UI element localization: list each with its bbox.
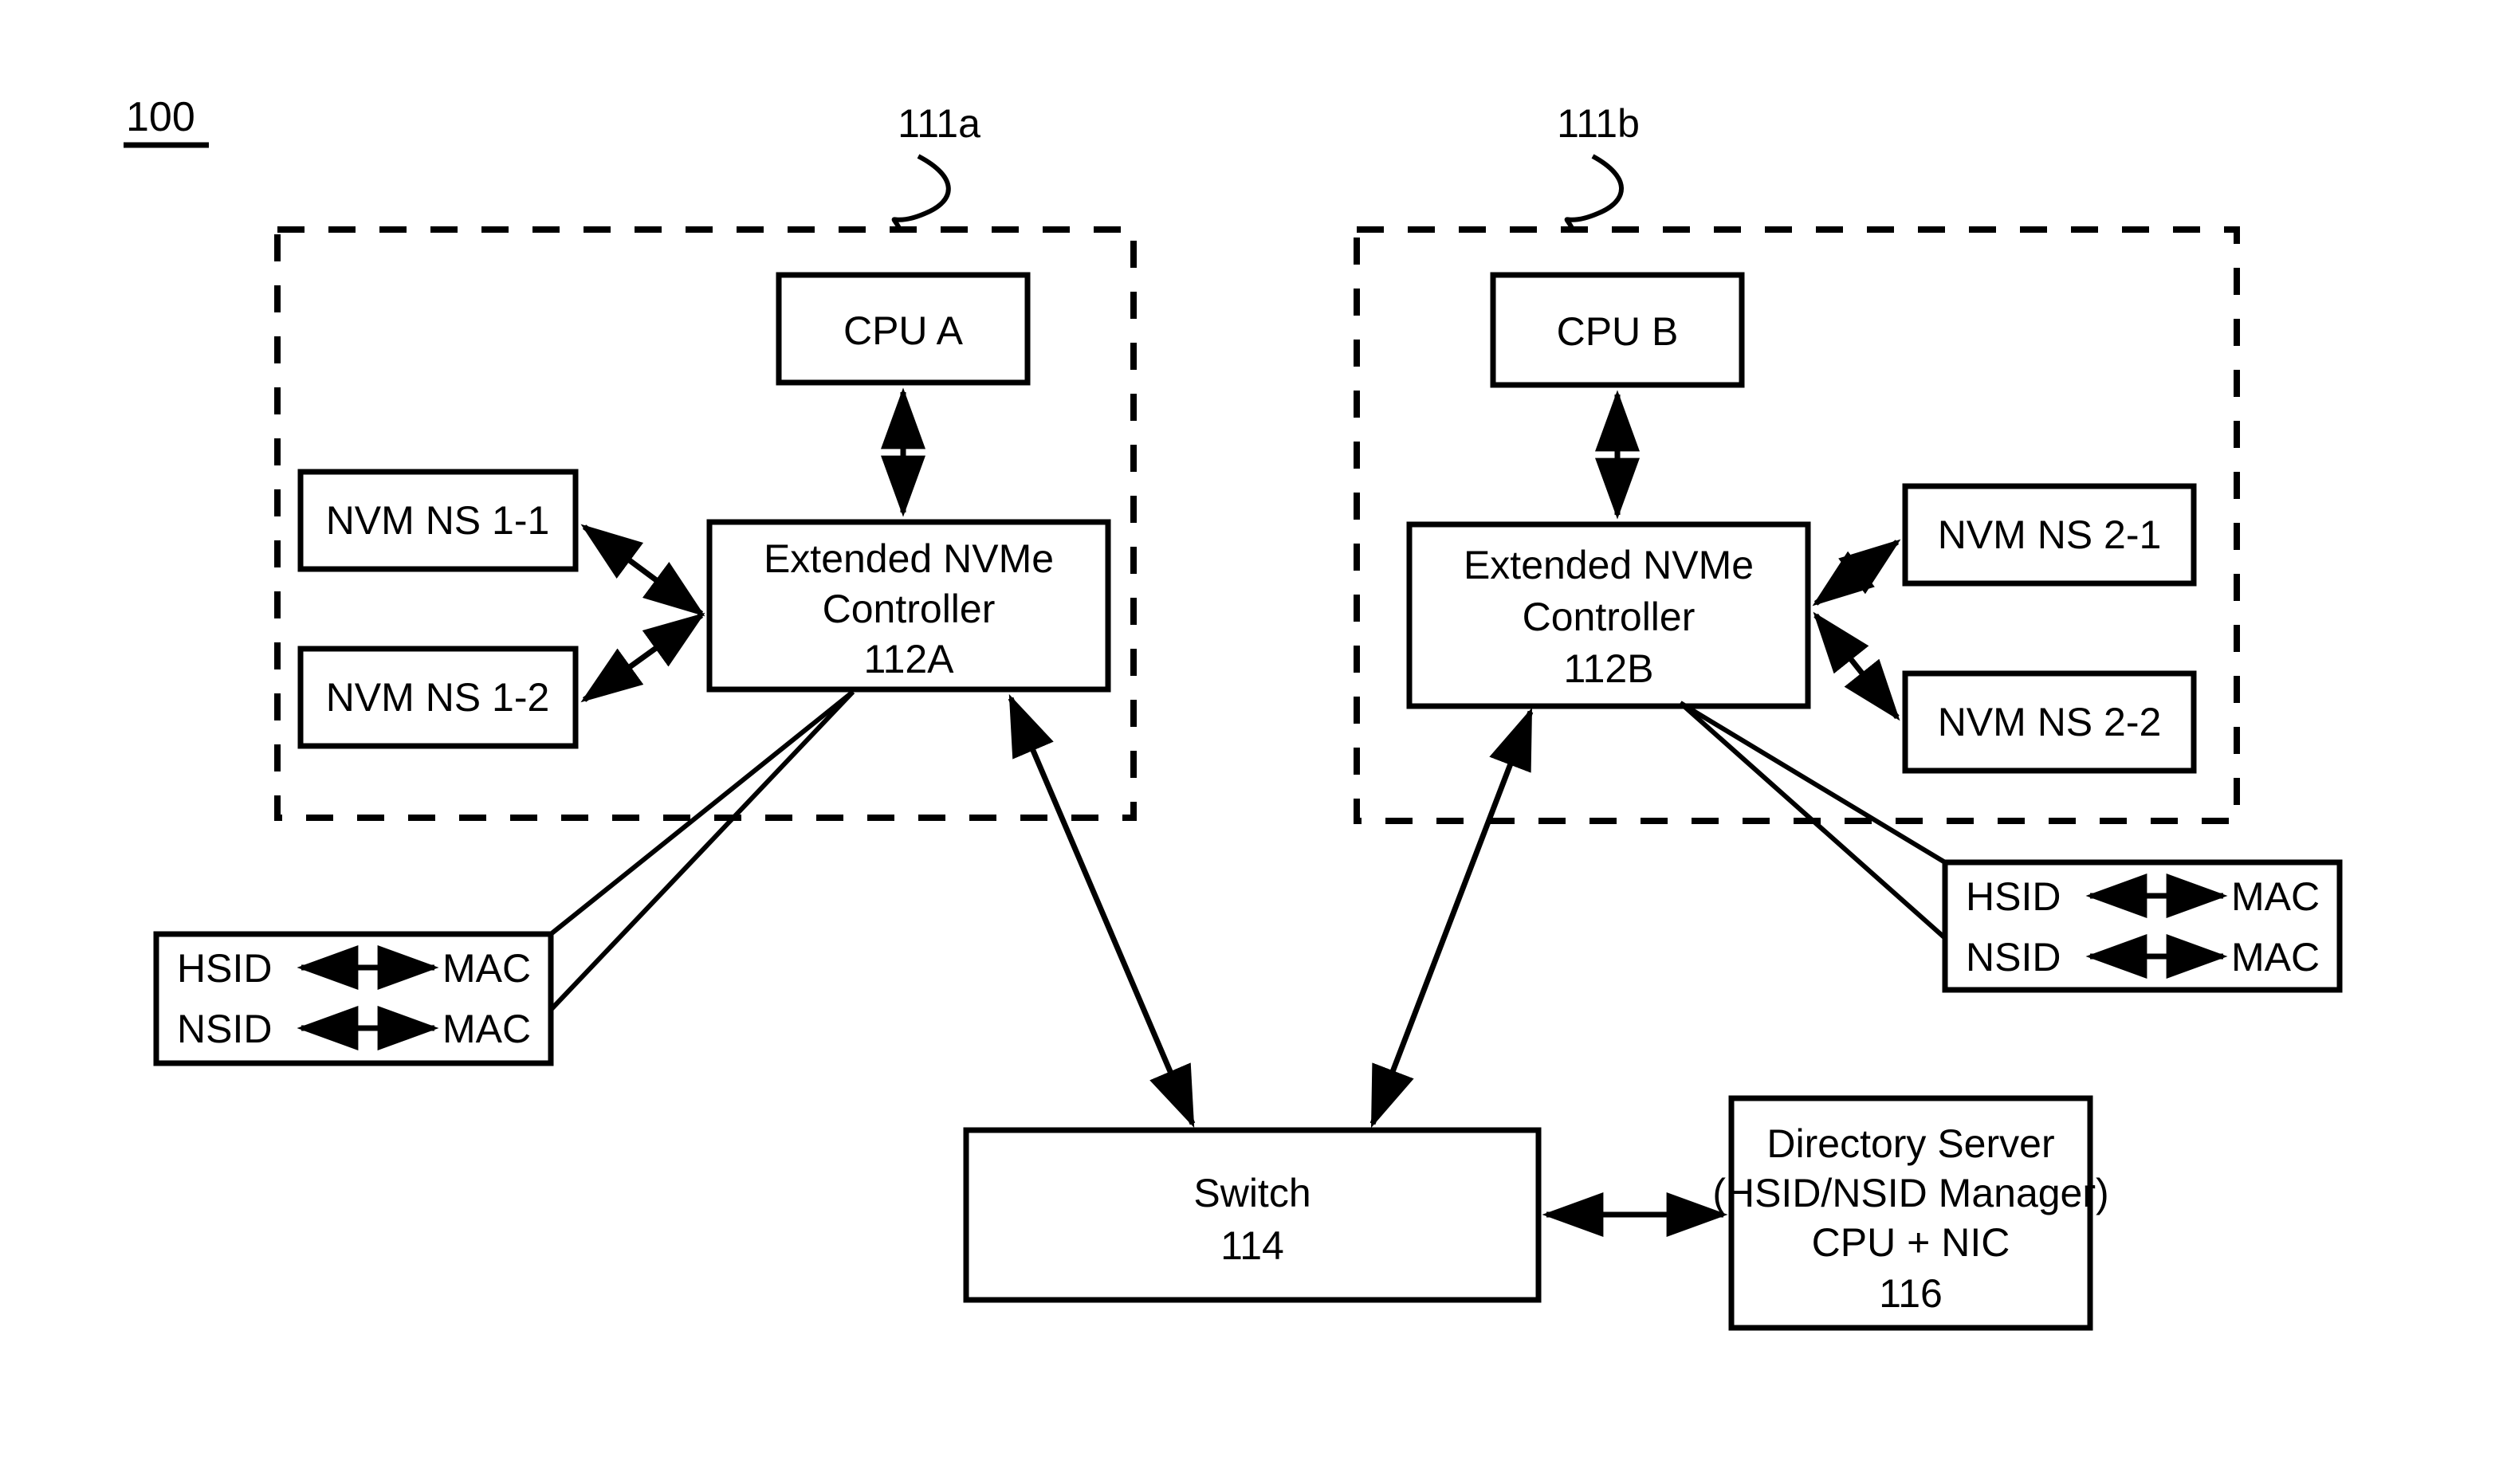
- controller-112b-line2: Controller: [1523, 595, 1696, 639]
- enclosure-111b-leader: [1564, 154, 1624, 230]
- controller-b-to-nvm-ns-2-2-arrow: [1813, 611, 1900, 721]
- nvm-ns-1-2-to-controller-a-arrow: [580, 612, 705, 703]
- nvm-ns-1-1-label: NVM NS 1-1: [326, 498, 550, 543]
- mapping-table-left-row-0-left: HSID: [177, 946, 272, 991]
- mapping-table-right-row-1-right: MAC: [2231, 935, 2320, 980]
- mapping-table-left-row-1-right: MAC: [442, 1007, 531, 1051]
- nvm-ns-1-2-label: NVM NS 1-2: [326, 675, 550, 720]
- mapping-table-right-row-0-right: MAC: [2231, 874, 2320, 919]
- mapping-table-left-leader-bottom: [548, 689, 855, 1012]
- controller-112a-line1: Extended NVMe: [764, 536, 1054, 581]
- cpu-b-label: CPU B: [1557, 309, 1679, 354]
- directory-server-line4: 116: [1879, 1271, 1943, 1316]
- mapping-table-right-row-1-left: NSID: [1966, 935, 2061, 980]
- mapping-table-left-leader-top: [549, 689, 855, 936]
- cpu-a-label: CPU A: [843, 308, 964, 353]
- controller-b-to-switch-arrow: [1369, 707, 1534, 1129]
- patent-figure-diagram: 100 111a 111b CPU A Extended NVMe Contro…: [0, 0, 2507, 1484]
- controller-b-to-nvm-ns-2-1-arrow: [1812, 539, 1901, 607]
- nvm-ns-1-1-to-controller-a-arrow: [580, 524, 705, 617]
- nvm-ns-2-1-label: NVM NS 2-1: [1938, 512, 2162, 557]
- figure-number-label: 100: [126, 94, 195, 140]
- enclosure-111a-label: 111a: [898, 101, 980, 146]
- controller-112a-line3: 112A: [863, 637, 954, 681]
- controller-112a-line2: Controller: [823, 587, 996, 631]
- directory-server-line1: Directory Server: [1766, 1121, 2054, 1166]
- mapping-table-left-row-0-right: MAC: [442, 946, 531, 991]
- nvm-ns-2-2-label: NVM NS 2-2: [1938, 700, 2162, 744]
- mapping-table-right-row-0-left: HSID: [1966, 874, 2061, 919]
- directory-server-line3: CPU + NIC: [1812, 1220, 2010, 1265]
- switch-line1: Switch: [1193, 1171, 1310, 1215]
- enclosure-111a-leader: [891, 154, 951, 230]
- controller-a-to-switch-arrow: [1008, 693, 1196, 1129]
- mapping-table-left-row-1-left: NSID: [177, 1007, 272, 1051]
- controller-112b-line3: 112B: [1563, 646, 1653, 691]
- controller-112b-line1: Extended NVMe: [1464, 543, 1754, 587]
- diagram-canvas: 100 111a 111b CPU A Extended NVMe Contro…: [124, 94, 2343, 1331]
- enclosure-111b-label: 111b: [1557, 101, 1640, 146]
- directory-server-line2: (HSID/NSID Manager): [1712, 1171, 2108, 1215]
- switch-line2: 114: [1220, 1223, 1284, 1268]
